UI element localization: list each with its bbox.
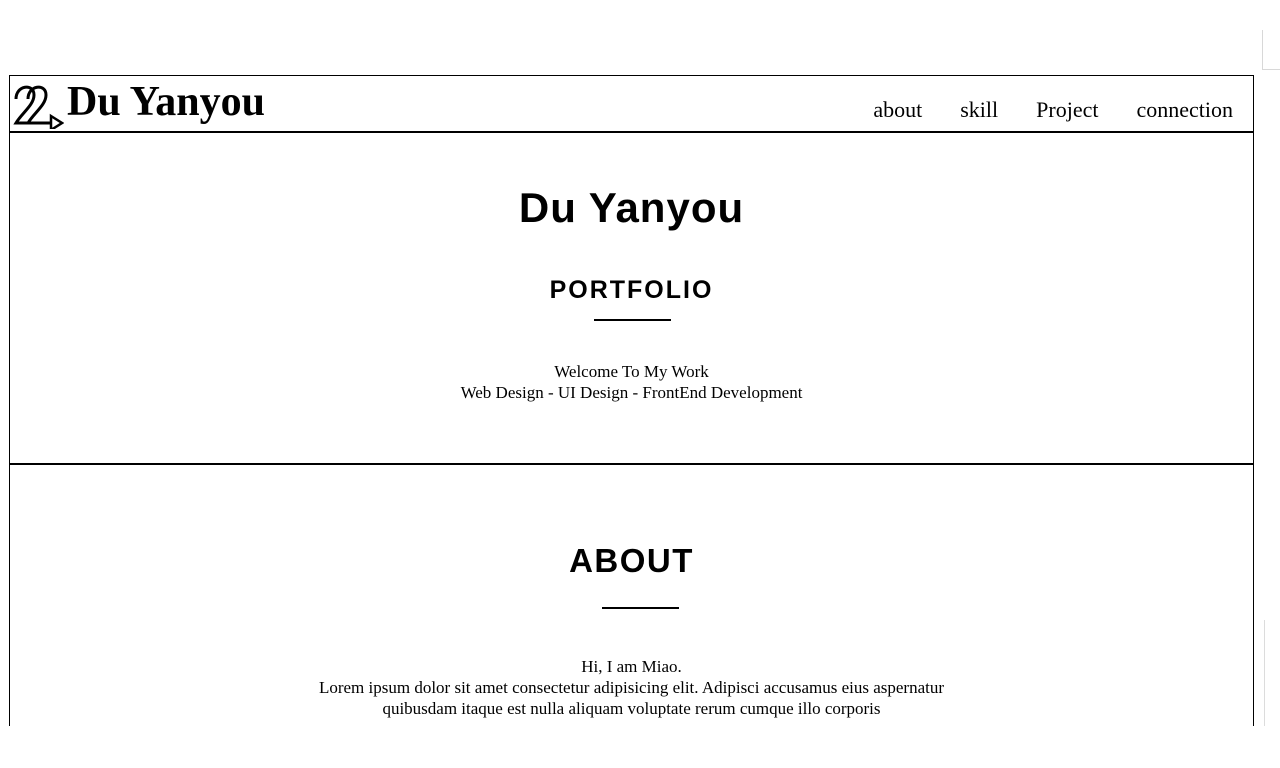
du-monogram-logo-icon[interactable] xyxy=(12,79,64,129)
scrollbar-top-edge xyxy=(1262,30,1280,70)
about-body: Hi, I am Miao. Lorem ipsum dolor sit ame… xyxy=(10,656,1253,719)
nav-link-project[interactable]: Project xyxy=(1036,97,1098,123)
hero-divider xyxy=(594,319,671,321)
hero-welcome-text: Welcome To My Work xyxy=(554,362,709,381)
hero-section: Du Yanyou PORTFOLIO Welcome To My Work W… xyxy=(10,133,1253,465)
about-section: ABOUT Hi, I am Miao. Lorem ipsum dolor s… xyxy=(10,465,1253,726)
hero-subtitle: PORTFOLIO xyxy=(549,276,714,304)
hero-tagline: Welcome To My Work Web Design - UI Desig… xyxy=(10,361,1253,403)
about-greeting: Hi, I am Miao. xyxy=(581,657,682,676)
about-title: ABOUT xyxy=(569,542,694,579)
about-paragraph: Lorem ipsum dolor sit amet consectetur a… xyxy=(318,678,945,718)
nav-link-skill[interactable]: skill xyxy=(960,97,998,123)
site-header: Du Yanyou about skill Project connection xyxy=(10,76,1253,133)
hero-services-text: Web Design - UI Design - FrontEnd Develo… xyxy=(460,383,803,402)
scrollbar-track[interactable] xyxy=(1264,620,1265,726)
about-divider xyxy=(602,607,679,609)
nav-link-about[interactable]: about xyxy=(873,97,922,123)
brand-name[interactable]: Du Yanyou xyxy=(67,78,265,126)
page-frame: Du Yanyou about skill Project connection… xyxy=(9,75,1254,726)
main-nav: about skill Project connection xyxy=(835,97,1233,123)
nav-link-connection[interactable]: connection xyxy=(1136,97,1233,123)
hero-title: Du Yanyou xyxy=(518,184,745,231)
page-viewport: Du Yanyou about skill Project connection… xyxy=(0,0,1280,726)
